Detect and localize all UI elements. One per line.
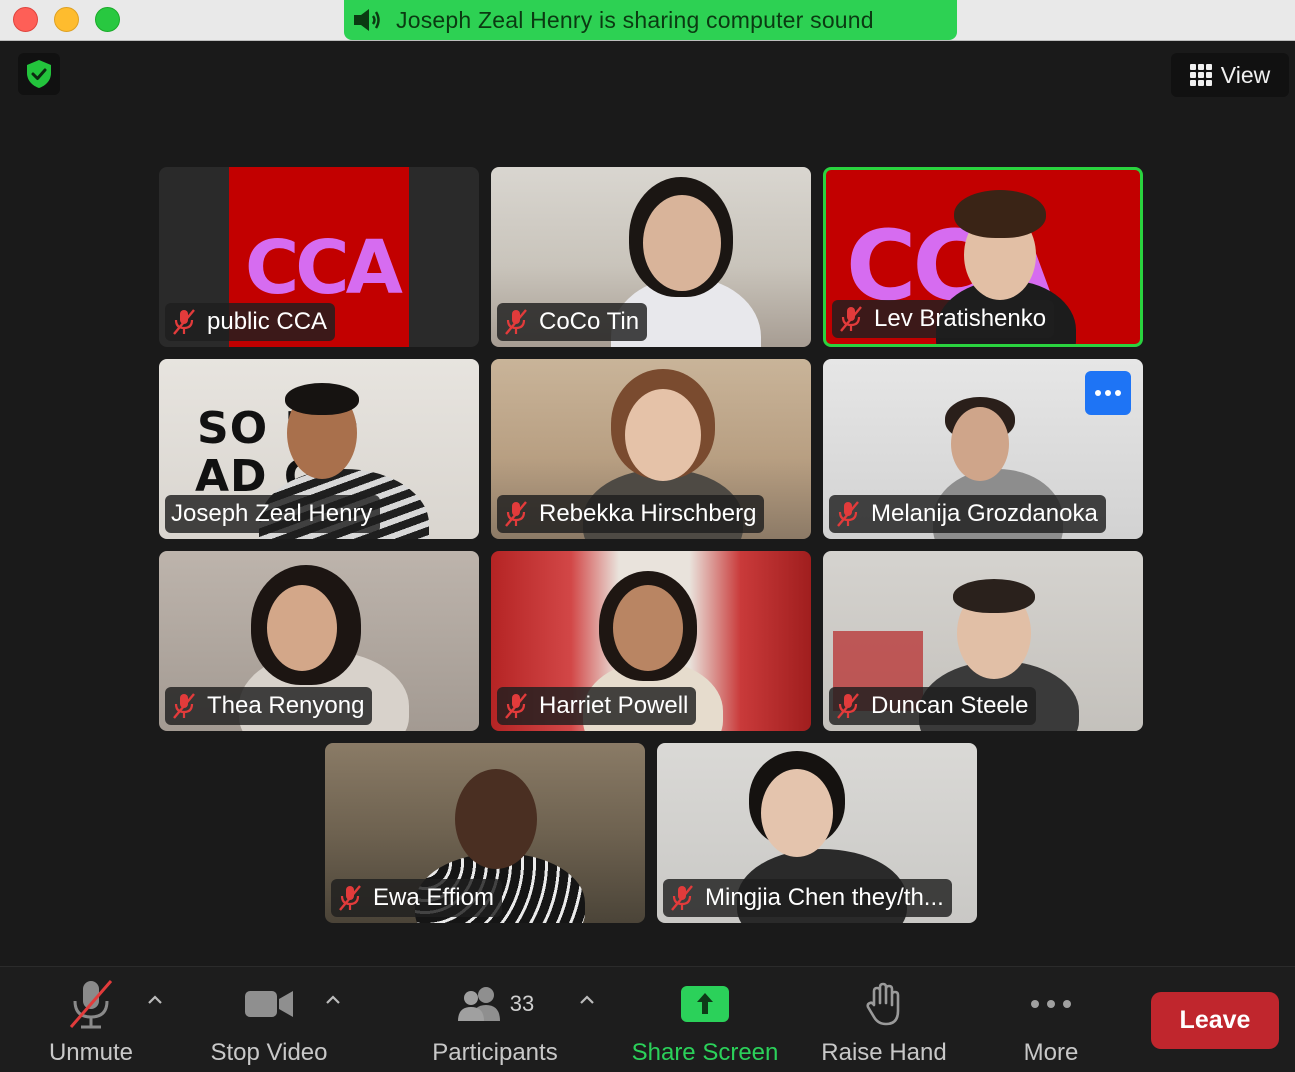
video-tile[interactable]: Melanija Grozdanoka bbox=[823, 359, 1143, 539]
meeting-toolbar: Unmute Stop Video 33 Participants Share … bbox=[0, 966, 1295, 1072]
mic-muted-icon bbox=[840, 306, 862, 332]
participant-name-tag: Joseph Zeal Henry bbox=[165, 495, 381, 533]
stop-video-label: Stop Video bbox=[210, 1039, 328, 1066]
participant-name: Lev Bratishenko bbox=[874, 305, 1047, 332]
mic-muted-icon bbox=[173, 309, 195, 335]
video-tile[interactable]: CCA public CCA bbox=[159, 167, 479, 347]
minimize-window-button[interactable] bbox=[54, 7, 79, 32]
audio-options-chevron-up-icon[interactable] bbox=[144, 989, 166, 1011]
participant-name: Duncan Steele bbox=[871, 692, 1029, 719]
participant-name-tag: Harriet Powell bbox=[497, 687, 697, 725]
raise-hand-label: Raise Hand bbox=[821, 1039, 947, 1066]
view-label: View bbox=[1220, 61, 1271, 88]
sound-sharing-text: Joseph Zeal Henry is sharing computer so… bbox=[396, 6, 874, 33]
participant-name-tag: Duncan Steele bbox=[829, 687, 1037, 725]
speaker-icon bbox=[350, 5, 384, 35]
participant-name-tag: Thea Renyong bbox=[165, 687, 373, 725]
share-screen-icon bbox=[680, 975, 730, 1033]
meeting-security-icon[interactable] bbox=[18, 53, 60, 95]
sound-sharing-banner[interactable]: Joseph Zeal Henry is sharing computer so… bbox=[344, 0, 957, 40]
share-screen-button[interactable]: Share Screen bbox=[625, 967, 785, 1072]
participant-name: Thea Renyong bbox=[207, 692, 365, 719]
video-tile[interactable]: Rebekka Hirschberg bbox=[491, 359, 811, 539]
participant-name: CoCo Tin bbox=[539, 308, 640, 335]
more-dots-icon bbox=[1029, 975, 1073, 1033]
mic-muted-icon bbox=[65, 975, 117, 1033]
stop-video-button[interactable]: Stop Video bbox=[198, 967, 340, 1072]
participant-name-tag: Ewa Effiom bbox=[331, 879, 502, 917]
participant-name: Melanija Grozdanoka bbox=[871, 500, 1098, 527]
grid-icon bbox=[1189, 64, 1212, 86]
share-screen-label: Share Screen bbox=[631, 1039, 779, 1066]
participant-name-tag: Mingjia Chen they/th... bbox=[663, 879, 952, 917]
participant-name: Joseph Zeal Henry bbox=[171, 500, 373, 527]
tile-options-button[interactable] bbox=[1085, 371, 1131, 415]
zoom-window-button[interactable] bbox=[95, 7, 120, 32]
video-camera-icon bbox=[243, 975, 295, 1033]
participant-name-tag: public CCA bbox=[165, 303, 336, 341]
hand-icon bbox=[864, 975, 904, 1033]
participant-name-tag: Melanija Grozdanoka bbox=[829, 495, 1106, 533]
mic-muted-icon bbox=[671, 885, 693, 911]
video-tile[interactable]: CoCo Tin bbox=[491, 167, 811, 347]
participants-options-chevron-up-icon[interactable] bbox=[576, 989, 598, 1011]
close-window-button[interactable] bbox=[13, 7, 38, 32]
participants-count: 33 bbox=[509, 991, 535, 1016]
participants-label: Participants bbox=[432, 1039, 558, 1066]
participant-name-tag: CoCo Tin bbox=[497, 303, 648, 341]
participant-name: Mingjia Chen they/th... bbox=[705, 884, 944, 911]
video-tile[interactable]: Harriet Powell bbox=[491, 551, 811, 731]
participants-icon bbox=[457, 987, 500, 1021]
mic-muted-icon bbox=[505, 309, 527, 335]
unmute-button[interactable]: Unmute bbox=[40, 967, 142, 1072]
leave-meeting-button[interactable]: Leave bbox=[1151, 992, 1279, 1049]
video-tile[interactable]: Duncan Steele bbox=[823, 551, 1143, 731]
mic-muted-icon bbox=[339, 885, 361, 911]
participant-name-tag: Lev Bratishenko bbox=[832, 300, 1055, 338]
video-tile[interactable]: Thea Renyong bbox=[159, 551, 479, 731]
mic-muted-icon bbox=[173, 693, 195, 719]
video-tile[interactable]: Mingjia Chen they/th... bbox=[657, 743, 977, 923]
participant-name-tag: Rebekka Hirschberg bbox=[497, 495, 765, 533]
participant-name: Rebekka Hirschberg bbox=[539, 500, 757, 527]
mic-muted-icon bbox=[505, 693, 527, 719]
video-tile[interactable]: SO ND AD CE Joseph Zeal Henry bbox=[159, 359, 479, 539]
raise-hand-button[interactable]: Raise Hand bbox=[815, 967, 953, 1072]
video-tile-active-speaker[interactable]: CCA Lev Bratishenko bbox=[823, 167, 1143, 347]
more-button[interactable]: More bbox=[1005, 967, 1097, 1072]
leave-label: Leave bbox=[1179, 1006, 1251, 1034]
mic-muted-icon bbox=[837, 501, 859, 527]
video-options-chevron-up-icon[interactable] bbox=[322, 989, 344, 1011]
mic-muted-icon bbox=[837, 693, 859, 719]
participant-name: public CCA bbox=[207, 308, 328, 335]
unmute-label: Unmute bbox=[48, 1039, 134, 1066]
mic-muted-icon bbox=[505, 501, 527, 527]
view-button[interactable]: View bbox=[1171, 53, 1289, 97]
cca-logo: CCA bbox=[245, 225, 403, 311]
more-label: More bbox=[1023, 1039, 1079, 1066]
participants-button[interactable]: 33 Participants bbox=[420, 967, 570, 1072]
video-tile[interactable]: Ewa Effiom bbox=[325, 743, 645, 923]
participant-name: Harriet Powell bbox=[539, 692, 689, 719]
participant-name: Ewa Effiom bbox=[373, 884, 494, 911]
